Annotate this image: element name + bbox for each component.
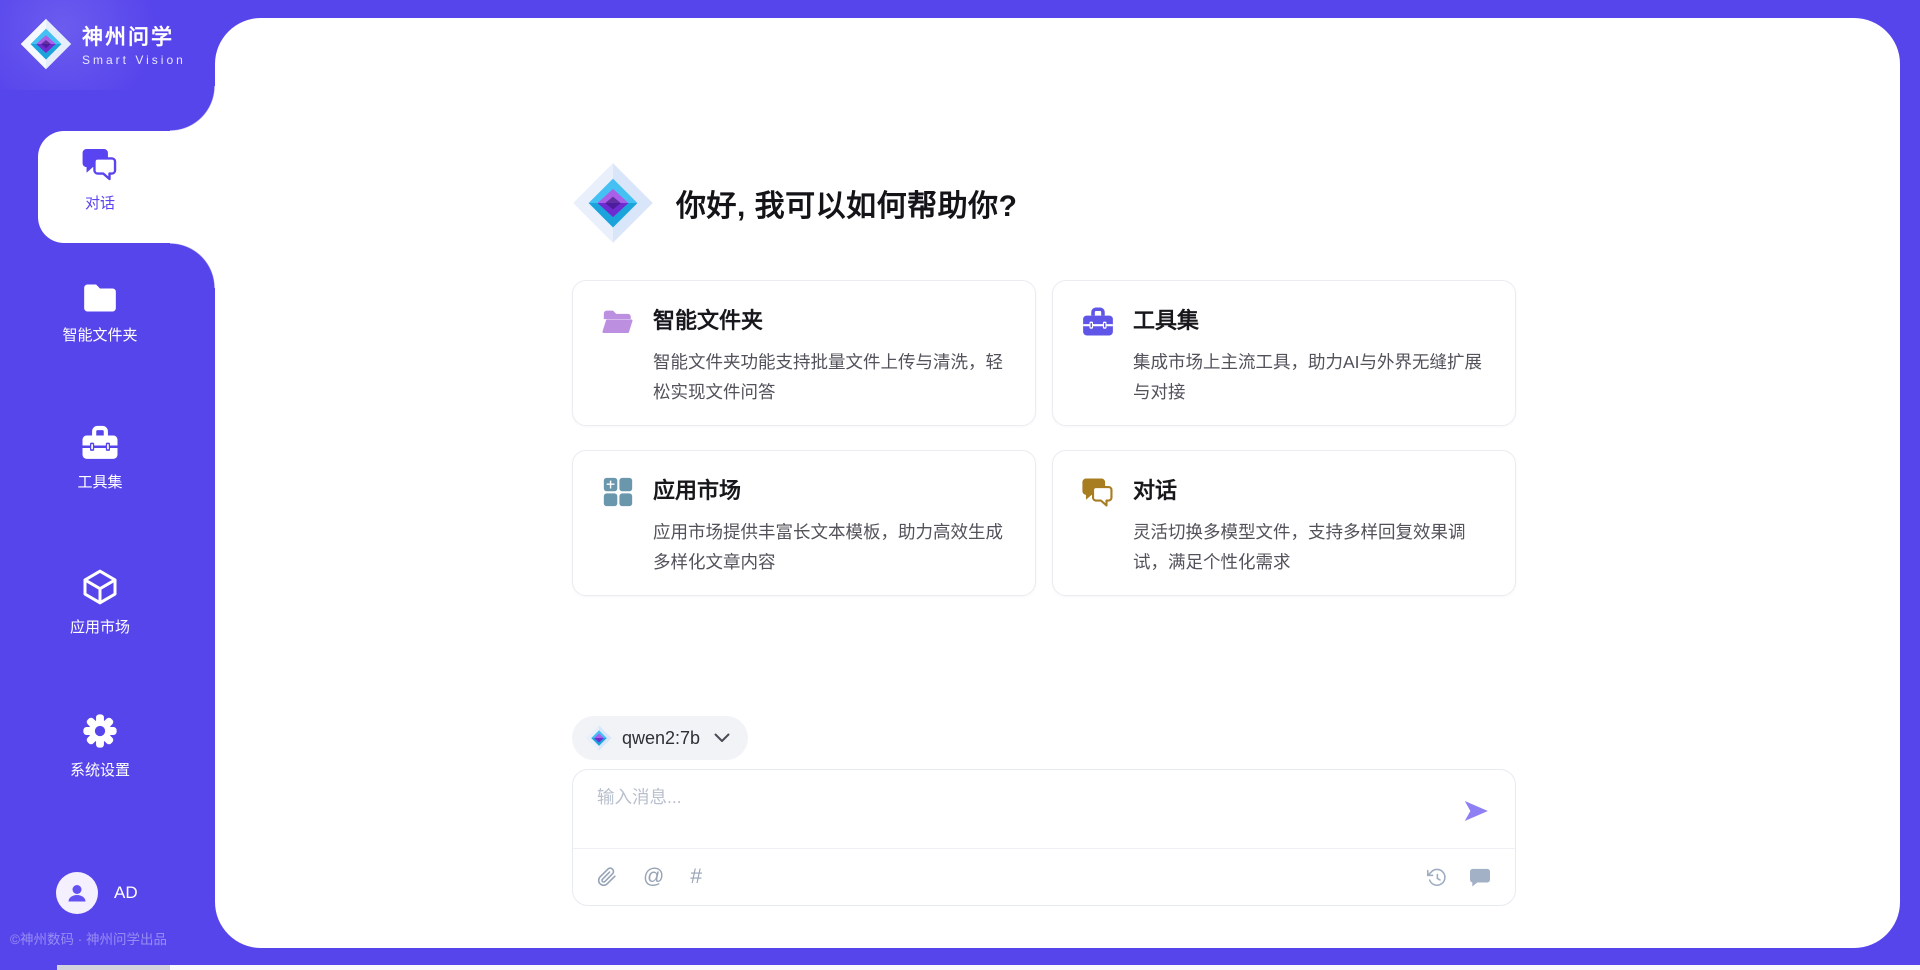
card-texts: 对话 灵活切换多模型文件，支持多样回复效果调试，满足个性化需求 xyxy=(1133,473,1487,577)
toolbox-icon xyxy=(1081,305,1115,339)
person-icon xyxy=(65,881,89,905)
cube-icon xyxy=(80,567,120,607)
card-description: 智能文件夹功能支持批量文件上传与清洗，轻松实现文件问答 xyxy=(653,347,1007,407)
copyright-footer: ©神州数码 · 神州问学出品 xyxy=(10,928,167,948)
new-chat-button[interactable] xyxy=(1469,867,1491,887)
message-composer: @ # xyxy=(572,769,1516,906)
card-title: 对话 xyxy=(1133,473,1487,505)
topic-button[interactable]: # xyxy=(690,865,702,889)
mention-button[interactable]: @ xyxy=(643,865,664,889)
hash-icon: # xyxy=(690,865,702,889)
card-description: 集成市场上主流工具，助力AI与外界无缝扩展与对接 xyxy=(1133,347,1487,407)
gem-logo-icon xyxy=(20,18,72,70)
toolbar-right xyxy=(1426,867,1491,888)
sidebar-item-label: 智能文件夹 xyxy=(62,324,137,345)
chat-bubble-icon xyxy=(1469,867,1491,887)
card-chat[interactable]: 对话 灵活切换多模型文件，支持多样回复效果调试，满足个性化需求 xyxy=(1052,450,1516,596)
logo-title: 神州问学 xyxy=(82,21,186,51)
toolbar-left: @ # xyxy=(597,865,702,889)
greeting-title: 你好, 我可以如何帮助你? xyxy=(676,181,1018,225)
card-texts: 智能文件夹 智能文件夹功能支持批量文件上传与清洗，轻松实现文件问答 xyxy=(653,303,1007,407)
card-description: 灵活切换多模型文件，支持多样回复效果调试，满足个性化需求 xyxy=(1133,517,1487,577)
sidebar-item-label: 系统设置 xyxy=(70,759,130,780)
card-description: 应用市场提供丰富长文本模板，助力高效生成多样化文章内容 xyxy=(653,517,1007,577)
sidebar-item-app-market[interactable]: 应用市场 xyxy=(0,567,200,637)
at-icon: @ xyxy=(643,865,664,889)
composer-toolbar: @ # xyxy=(573,848,1515,905)
logo-subtitle: Smart Vision xyxy=(82,53,186,67)
user-profile[interactable]: AD xyxy=(56,872,138,914)
card-smart-folder[interactable]: 智能文件夹 智能文件夹功能支持批量文件上传与清洗，轻松实现文件问答 xyxy=(572,280,1036,426)
card-app-market[interactable]: 应用市场 应用市场提供丰富长文本模板，助力高效生成多样化文章内容 xyxy=(572,450,1036,596)
chat-bubbles-icon xyxy=(1081,475,1115,509)
chat-icon xyxy=(80,145,120,183)
sidebar-item-chat[interactable]: 对话 xyxy=(0,145,200,213)
sidebar: 神州问学 Smart Vision 对话 智能文件夹 xyxy=(0,0,215,970)
folder-open-icon xyxy=(601,305,635,339)
gear-icon xyxy=(81,712,119,750)
app-window: 神州问学 Smart Vision 对话 智能文件夹 xyxy=(0,0,1920,970)
model-selector[interactable]: qwen2:7b xyxy=(572,716,748,760)
main-surface: 你好, 我可以如何帮助你? 智能文件夹 智能文件夹功能支持批量文件上传与清洗，轻… xyxy=(215,18,1900,948)
card-title: 工具集 xyxy=(1133,303,1487,335)
feature-cards: 智能文件夹 智能文件夹功能支持批量文件上传与清洗，轻松实现文件问答 xyxy=(572,280,1516,596)
card-texts: 应用市场 应用市场提供丰富长文本模板，助力高效生成多样化文章内容 xyxy=(653,473,1007,577)
sidebar-item-label: 对话 xyxy=(85,192,115,213)
card-texts: 工具集 集成市场上主流工具，助力AI与外界无缝扩展与对接 xyxy=(1133,303,1487,407)
folder-icon xyxy=(81,281,119,315)
history-button[interactable] xyxy=(1426,867,1447,888)
grid-icon xyxy=(601,475,635,509)
scrollbar-thumb[interactable] xyxy=(57,965,170,970)
gem-logo-icon xyxy=(572,160,654,246)
gem-logo-icon xyxy=(586,725,612,751)
card-title: 智能文件夹 xyxy=(653,303,1007,335)
user-name: AD xyxy=(114,883,138,903)
card-toolset[interactable]: 工具集 集成市场上主流工具，助力AI与外界无缝扩展与对接 xyxy=(1052,280,1516,426)
send-icon xyxy=(1461,796,1491,826)
sidebar-item-toolset[interactable]: 工具集 xyxy=(0,424,200,492)
sidebar-item-label: 应用市场 xyxy=(70,616,130,637)
main-content: 你好, 我可以如何帮助你? 智能文件夹 智能文件夹功能支持批量文件上传与清洗，轻… xyxy=(572,160,1516,596)
app-logo: 神州问学 Smart Vision xyxy=(20,18,186,70)
toolbox-icon xyxy=(80,424,120,462)
paperclip-icon xyxy=(597,866,617,888)
send-button[interactable] xyxy=(1461,796,1491,826)
horizontal-scrollbar[interactable] xyxy=(57,965,1920,970)
avatar xyxy=(56,872,98,914)
greeting-row: 你好, 我可以如何帮助你? xyxy=(572,160,1516,246)
chevron-down-icon xyxy=(714,733,730,743)
sidebar-item-settings[interactable]: 系统设置 xyxy=(0,712,200,780)
card-title: 应用市场 xyxy=(653,473,1007,505)
sidebar-item-label: 工具集 xyxy=(77,471,122,492)
model-name: qwen2:7b xyxy=(622,728,700,749)
logo-texts: 神州问学 Smart Vision xyxy=(82,21,186,67)
history-clock-icon xyxy=(1426,867,1447,888)
attach-file-button[interactable] xyxy=(597,866,617,888)
sidebar-item-smart-folder[interactable]: 智能文件夹 xyxy=(0,281,200,345)
message-input[interactable] xyxy=(597,784,1427,842)
